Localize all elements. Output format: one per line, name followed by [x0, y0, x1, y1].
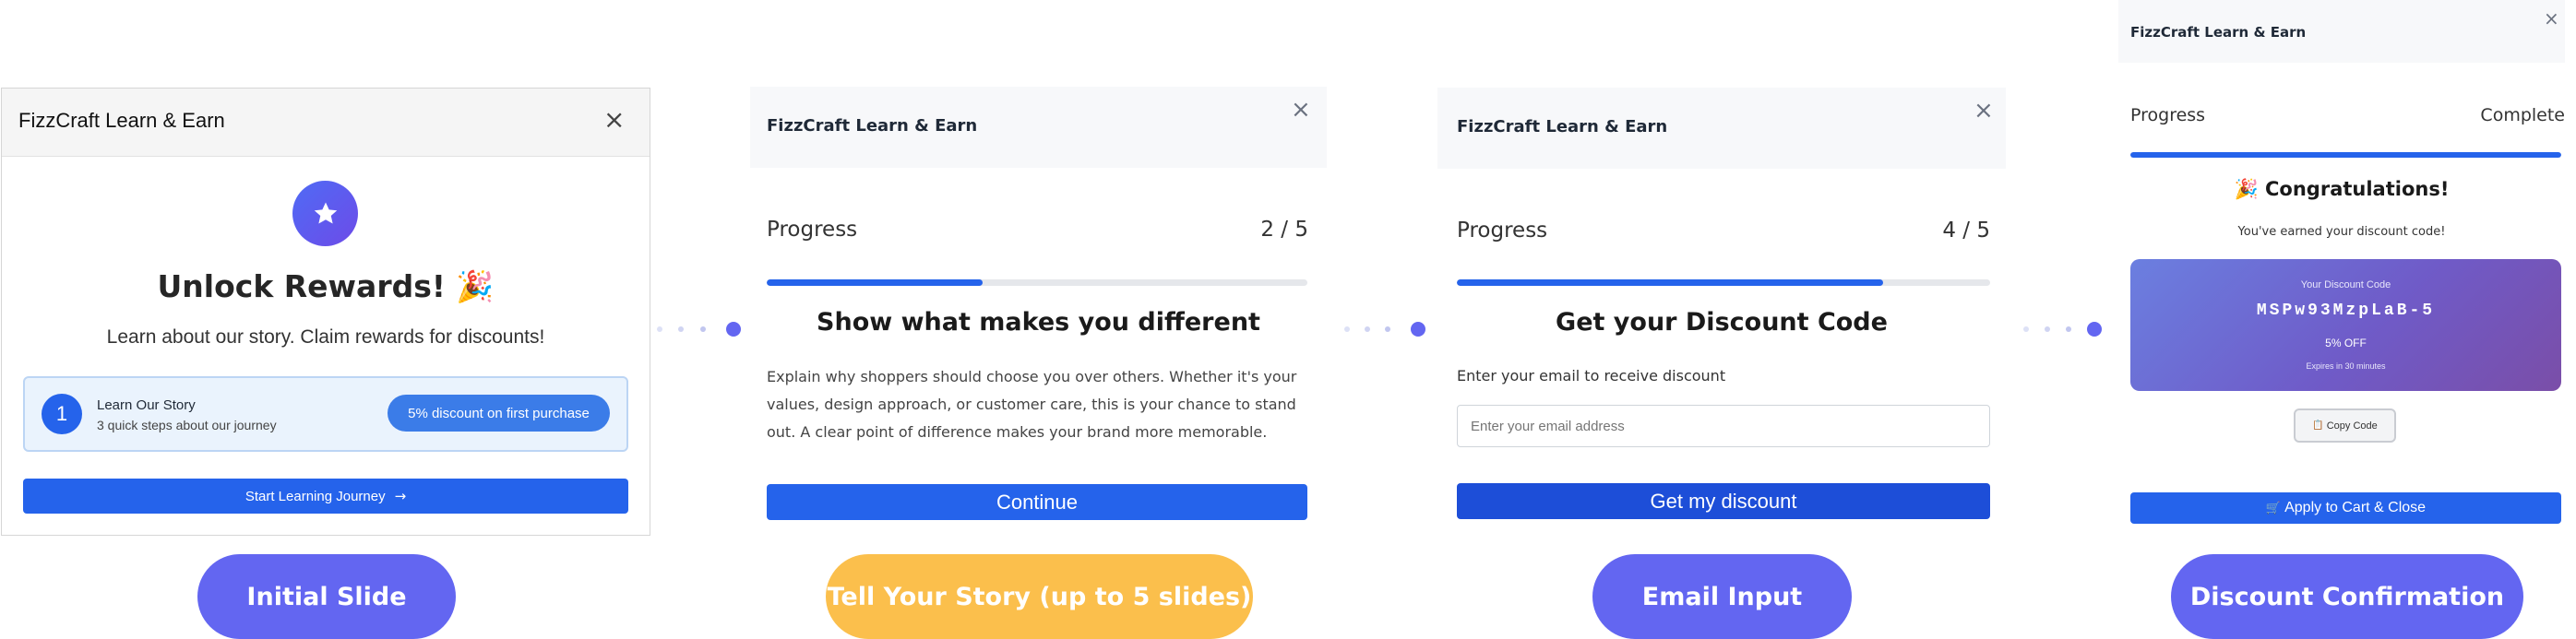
copy-code-label: Copy Code [2326, 420, 2378, 432]
connector-dot [2045, 326, 2050, 332]
apply-to-cart-label: Apply to Cart & Close [2284, 500, 2427, 515]
cart-icon: 🛒 [2265, 501, 2282, 515]
step-pill-email: Email Input [1592, 554, 1852, 639]
clipboard-icon: 📋 [2312, 420, 2324, 431]
step-pill-story: Tell Your Story (up to 5 slides) [826, 554, 1253, 639]
progress-fill [2130, 152, 2561, 158]
connector-dot [678, 326, 684, 332]
slide-discount: FizzCraft Learn & Earn × Progress Comple… [2118, 0, 2565, 530]
expiry-text: Expires in 30 minutes [2306, 361, 2386, 371]
get-discount-button[interactable]: Get my discount [1457, 483, 1990, 519]
subtitle: You've earned your discount code! [2237, 225, 2446, 239]
progress-label: Progress [767, 218, 858, 242]
slide-email: FizzCraft Learn & Earn × Progress 4 / 5 … [1437, 88, 2006, 530]
progress-fill [1457, 279, 1884, 286]
progress-count: 2 / 5 [1260, 218, 1308, 242]
close-icon[interactable]: × [603, 107, 625, 133]
progress-bar [2130, 152, 2561, 158]
email-input[interactable] [1457, 405, 1990, 447]
connector-dot-end [2087, 322, 2102, 337]
star-badge [292, 181, 358, 246]
step-pill-discount: Discount Confirmation [2171, 554, 2523, 639]
connector-dot [1385, 326, 1390, 332]
modal-header: FizzCraft Learn & Earn × [1437, 88, 2006, 169]
connector-dot [2023, 326, 2029, 332]
modal-title: FizzCraft Learn & Earn [2130, 24, 2307, 41]
step-pill-initial: Initial Slide [197, 554, 456, 639]
discount-code-card: Your Discount Code MSPw93MzpLaB-5 5% OFF… [2130, 259, 2561, 391]
start-learning-button[interactable]: Start Learning Journey → [23, 479, 628, 514]
close-icon[interactable]: × [1291, 98, 1311, 122]
connector-dot [700, 326, 706, 332]
progress-label: Progress [1457, 219, 1548, 243]
progress-status: Complete [2480, 105, 2565, 125]
step-card: 1 Learn Our Story 3 quick steps about ou… [23, 376, 628, 452]
reward-badge: 5% discount on first purchase [388, 395, 610, 432]
slide-initial: FizzCraft Learn & Earn × Unlock Rewards!… [1, 88, 650, 536]
body-text: Explain why shoppers should choose you o… [767, 368, 1297, 441]
modal-title: FizzCraft Learn & Earn [767, 116, 978, 136]
modal-header: FizzCraft Learn & Earn × [2, 89, 650, 157]
progress-bar [1457, 279, 1990, 286]
heading: Show what makes you different [817, 308, 1260, 337]
arrow-right-icon: → [394, 488, 407, 504]
modal-header: FizzCraft Learn & Earn × [2118, 0, 2565, 63]
modal-title: FizzCraft Learn & Earn [1457, 117, 1668, 136]
connector-dot-end [1411, 322, 1425, 337]
copy-code-button[interactable]: 📋 Copy Code [2294, 408, 2396, 443]
discount-code[interactable]: MSPw93MzpLaB-5 [2130, 302, 2561, 320]
connector-dot [657, 326, 662, 332]
connector-dot-end [726, 322, 741, 337]
heading: Unlock Rewards! 🎉 [157, 268, 495, 304]
connector-dot [1365, 326, 1370, 332]
email-label: Enter your email to receive discount [1457, 367, 1726, 385]
step-description: 3 quick steps about our journey [97, 418, 277, 432]
start-learning-label: Start Learning Journey [244, 488, 386, 504]
progress-count: 4 / 5 [1942, 219, 1990, 243]
continue-button[interactable]: Continue [767, 484, 1307, 520]
progress-fill [767, 279, 984, 286]
close-icon[interactable]: × [2544, 9, 2559, 28]
progress-label: Progress [2130, 105, 2206, 125]
close-icon[interactable]: × [1974, 99, 1994, 123]
star-icon [314, 202, 337, 223]
code-label: Your Discount Code [2300, 279, 2391, 290]
step-title: Learn Our Story [97, 397, 196, 413]
apply-to-cart-button[interactable]: 🛒 Apply to Cart & Close [2130, 492, 2561, 524]
modal-title: FizzCraft Learn & Earn [18, 109, 225, 132]
discount-value: 5% OFF [2325, 337, 2367, 349]
connector-dot [1344, 326, 1350, 332]
heading: 🎉 Congratulations! [2234, 178, 2450, 200]
progress-bar [767, 279, 1307, 286]
modal-header: FizzCraft Learn & Earn × [750, 87, 1327, 168]
connector-dot [2066, 326, 2071, 332]
heading: Get your Discount Code [1556, 308, 1888, 337]
subtitle: Learn about our story. Claim rewards for… [106, 326, 545, 348]
step-number-badge: 1 [42, 394, 82, 434]
slide-story: FizzCraft Learn & Earn × Progress 2 / 5 … [750, 87, 1327, 529]
